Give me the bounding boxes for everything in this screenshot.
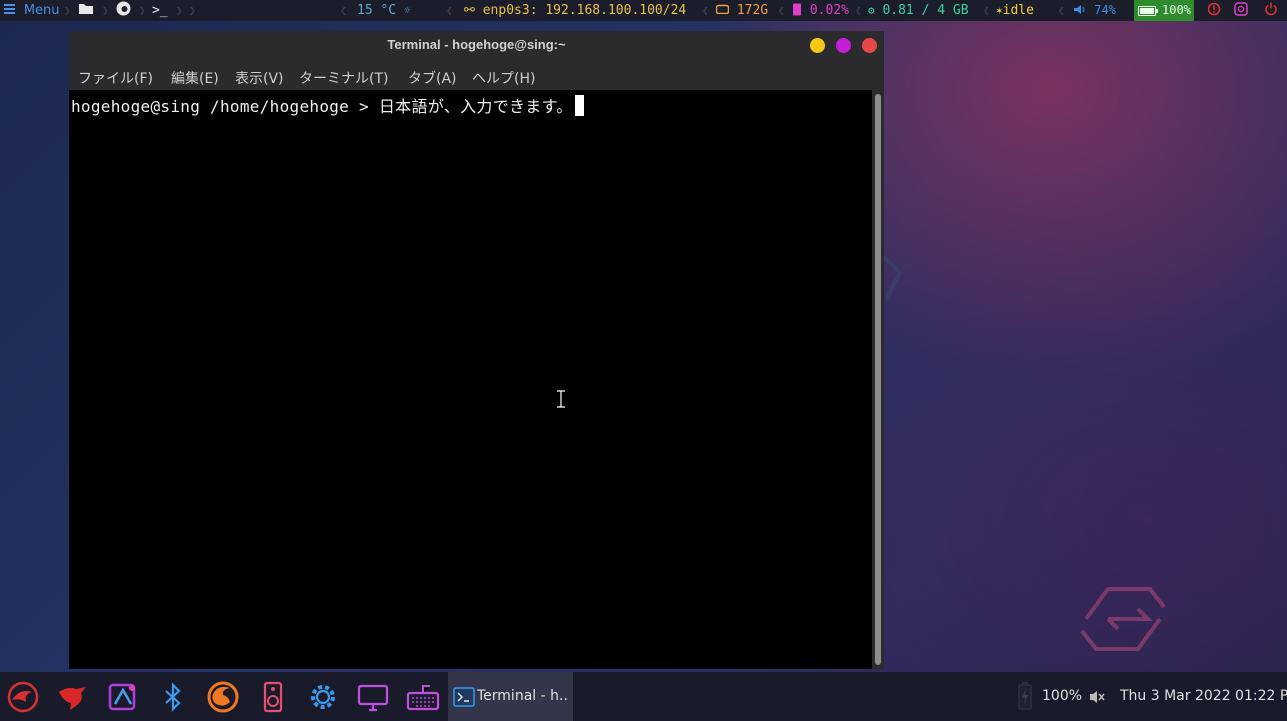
terminal-prompt-icon: >_ xyxy=(152,3,168,18)
separator: ❮ xyxy=(855,4,862,17)
separator: ❯ xyxy=(64,4,71,17)
separator: ❯ ❯ xyxy=(176,4,196,17)
disk-widget: 172G xyxy=(715,0,769,21)
volume-widget[interactable]: 74% xyxy=(1073,0,1116,21)
tray-battery-value: 100% xyxy=(1042,688,1083,704)
memory-icon: ⚙ xyxy=(868,4,875,17)
window-title: Terminal - hogehoge@sing:~ xyxy=(387,37,566,52)
separator: ❮ xyxy=(340,4,347,17)
battery-widget: 100% xyxy=(1134,0,1194,21)
top-panel: Menu ❯ ❯ ❯ >_ ❯ ❯ ❮ 15 °C ☼ ❮ ⚯ enp0s3: … xyxy=(0,0,1287,21)
prompt-text: hogehoge@sing /home/hogehoge > 日本語が、入力でき… xyxy=(71,97,573,116)
firefox-icon[interactable] xyxy=(206,680,240,714)
sun-icon: ☼ xyxy=(403,4,411,17)
hamburger-icon xyxy=(4,4,15,14)
terminal-window: Terminal - hogehoge@sing:~ ファイル(F) 編集(E)… xyxy=(69,31,884,669)
menu-edit[interactable]: 編集(E) xyxy=(171,68,219,88)
file-manager-launcher[interactable] xyxy=(78,0,94,21)
disk-value: 172G xyxy=(736,3,769,18)
cpu-value: 0.02% xyxy=(809,3,849,18)
separator: ❯ xyxy=(102,4,109,17)
maximize-button[interactable] xyxy=(836,38,851,53)
folder-icon xyxy=(79,4,93,14)
temperature-value: 15 °C xyxy=(357,3,397,18)
speaker-icon[interactable] xyxy=(256,680,290,714)
link-icon: ⚯ xyxy=(464,3,475,18)
window-menubar: ファイル(F) 編集(E) 表示(V) ターミナル(T) タブ(A) ヘルプ(H… xyxy=(69,60,884,90)
keyboard-icon[interactable] xyxy=(406,680,440,714)
desktop-logo-watermark xyxy=(1080,587,1166,651)
menu-file[interactable]: ファイル(F) xyxy=(78,68,153,88)
separator: ❮ xyxy=(778,4,785,17)
battery-icon xyxy=(1138,6,1158,16)
clock[interactable]: Thu 3 Mar 2022 01:22 PM xyxy=(1120,688,1287,704)
star-icon: ✶ xyxy=(996,4,1003,17)
system-tray-icons[interactable] xyxy=(1207,0,1248,21)
menu-tabs[interactable]: タブ(A) xyxy=(408,68,457,88)
cpu-widget: 0.02% xyxy=(792,0,849,21)
text-cursor xyxy=(574,95,584,116)
menu-terminal[interactable]: ターミナル(T) xyxy=(299,68,388,88)
terminal-launcher[interactable]: >_ xyxy=(152,0,168,21)
menu-help[interactable]: ヘルプ(H) xyxy=(472,68,535,88)
separator: ❮ xyxy=(1058,4,1065,17)
prompt-line: hogehoge@sing /home/hogehoge > 日本語が、入力でき… xyxy=(71,93,584,117)
taskbar-terminal-button[interactable]: Terminal - h.. xyxy=(448,672,573,721)
battery-charging-icon[interactable] xyxy=(1018,682,1032,710)
graphics-editor-icon[interactable] xyxy=(106,680,140,714)
mpd-value: idle xyxy=(1002,3,1034,18)
settings-gear-icon[interactable] xyxy=(306,680,340,714)
display-settings-icon[interactable] xyxy=(356,680,390,714)
separator: ❮ xyxy=(983,4,990,17)
power-icon xyxy=(1265,2,1277,16)
battery-value: 100% xyxy=(1162,3,1191,17)
mpd-widget: ✶idle xyxy=(996,0,1034,21)
mute-volume-icon[interactable] xyxy=(1089,690,1105,704)
menu-view[interactable]: 表示(V) xyxy=(235,68,284,88)
dragon-icon[interactable] xyxy=(6,680,40,714)
terminal-area[interactable]: hogehoge@sing /home/hogehoge > 日本語が、入力でき… xyxy=(69,90,872,669)
separator: ❮ xyxy=(702,4,709,17)
menu-label: Menu xyxy=(23,3,60,18)
minimize-button[interactable] xyxy=(810,38,825,53)
separator: ❯ xyxy=(139,4,146,17)
instagram-icon xyxy=(1234,2,1248,16)
browser-launcher[interactable] xyxy=(116,0,131,21)
app-menu-button[interactable]: Menu xyxy=(4,0,60,21)
bottom-taskbar: Terminal - h.. 100% Thu 3 Mar 2022 01:22… xyxy=(0,672,1287,721)
firefox-small-icon xyxy=(116,1,131,16)
temperature-widget: 15 °C ☼ xyxy=(357,0,411,21)
separator: ❮ xyxy=(446,4,453,17)
eagle-icon[interactable] xyxy=(56,680,90,714)
scrollbar-thumb[interactable] xyxy=(875,94,881,665)
ibeam-cursor-icon xyxy=(557,390,565,408)
power-button[interactable] xyxy=(1264,0,1278,21)
hard-disk-icon xyxy=(715,4,730,15)
window-titlebar[interactable]: Terminal - hogehoge@sing:~ xyxy=(69,31,884,60)
memory-value: 0.81 / 4 GB xyxy=(882,3,969,18)
cpu-chip-icon xyxy=(793,3,801,16)
terminal-scrollbar[interactable] xyxy=(872,90,884,669)
network-widget: ⚯ enp0s3: 192.168.100.100/24 xyxy=(464,0,686,21)
speaker-volume-icon xyxy=(1074,5,1085,14)
desktop-logo-fragment xyxy=(882,255,903,300)
memory-widget: ⚙ 0.81 / 4 GB xyxy=(868,0,969,21)
taskbar-terminal-label: Terminal - h.. xyxy=(477,688,568,704)
bluetooth-icon[interactable] xyxy=(156,680,190,714)
volume-value: 74% xyxy=(1094,3,1116,17)
close-button[interactable] xyxy=(862,38,877,53)
terminal-app-icon xyxy=(453,687,475,707)
network-value: enp0s3: 192.168.100.100/24 xyxy=(482,3,687,18)
alert-icon xyxy=(1207,2,1221,16)
